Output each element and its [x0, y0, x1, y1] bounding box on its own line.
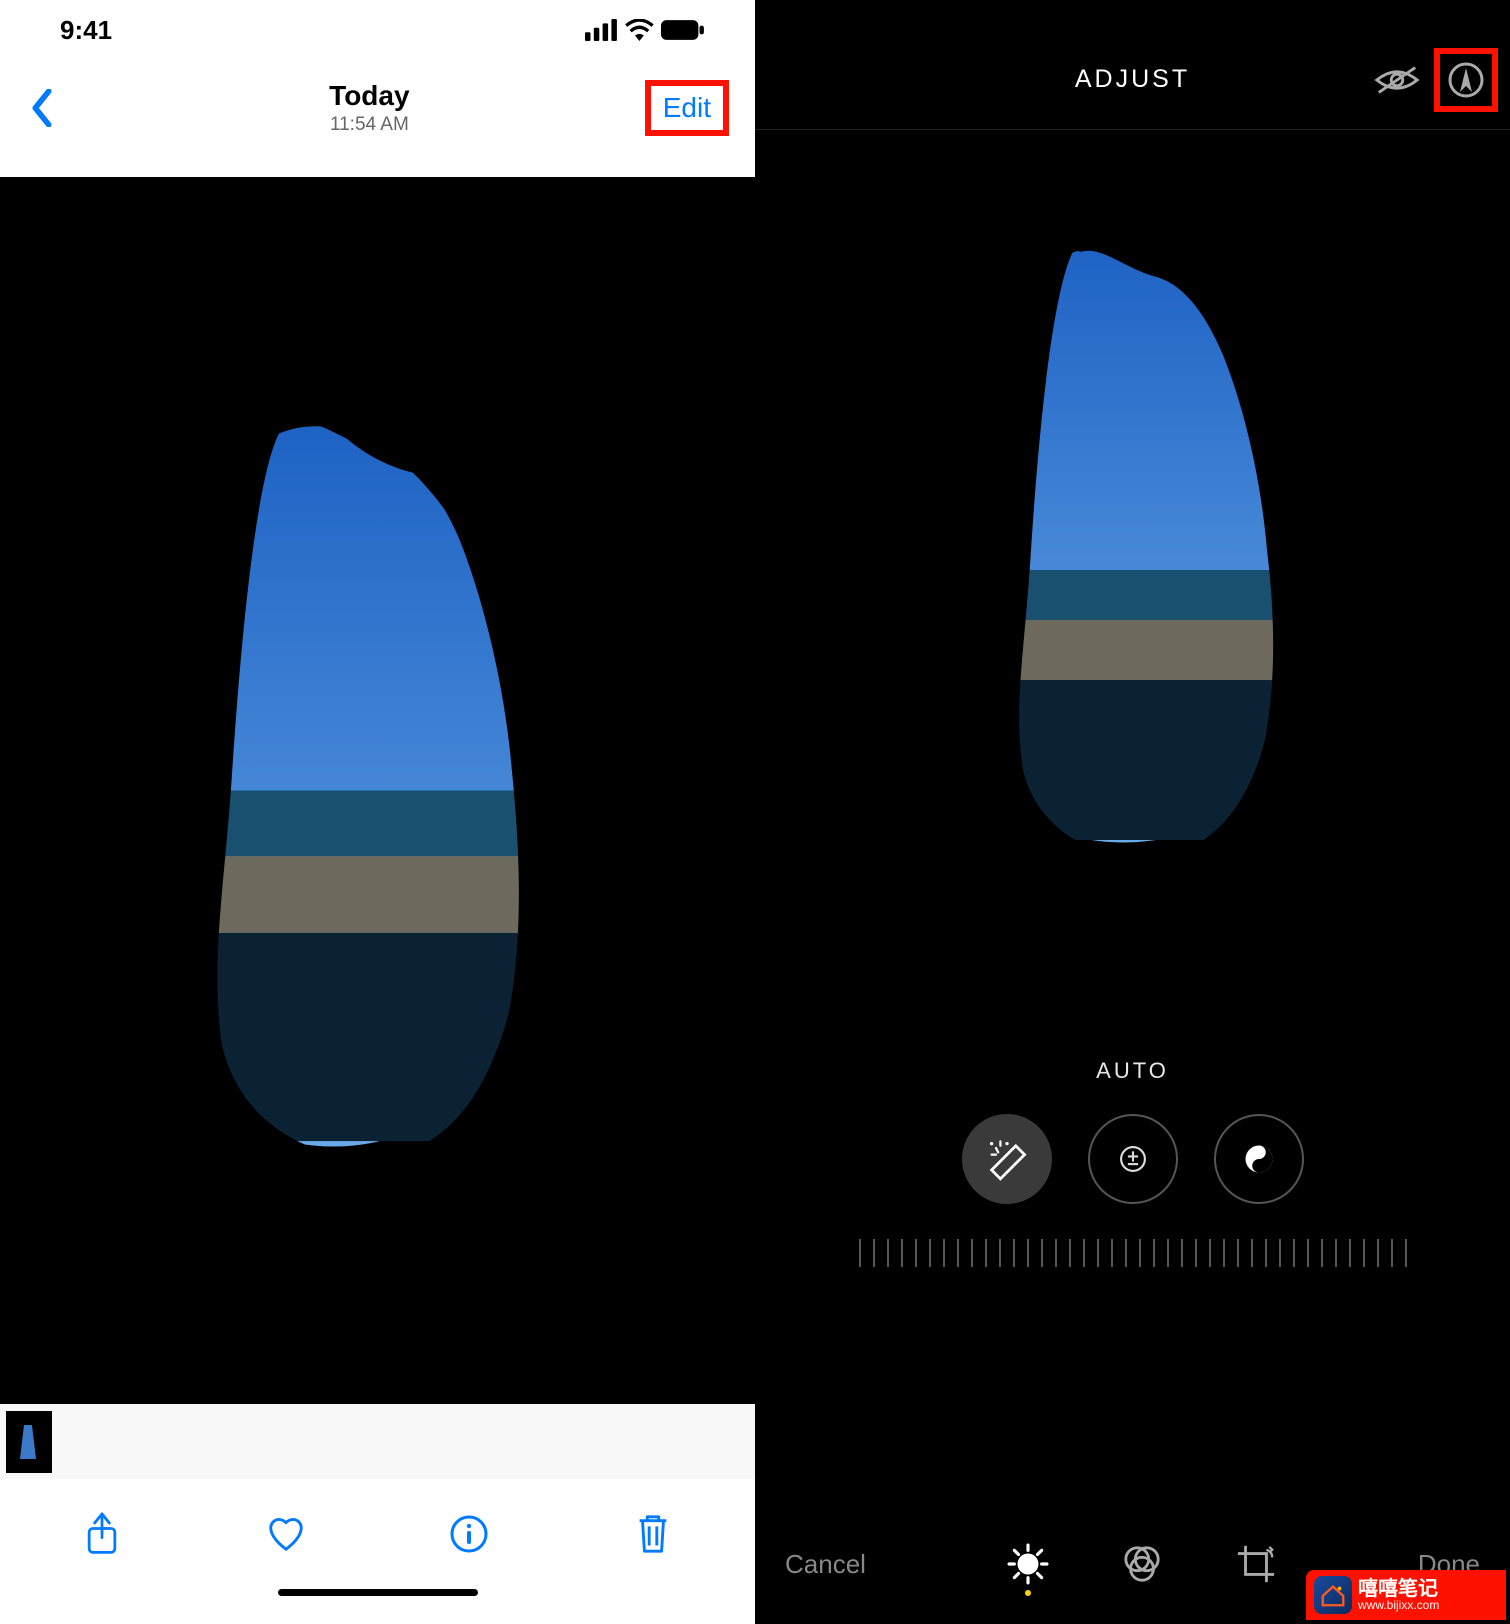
photo-viewport[interactable] — [0, 177, 755, 1404]
cave-photo-edit — [755, 130, 1510, 1030]
filters-tab[interactable] — [1120, 1542, 1164, 1586]
share-button[interactable] — [80, 1512, 124, 1556]
info-icon — [449, 1514, 489, 1554]
share-icon — [83, 1512, 121, 1556]
auto-enhance-knob[interactable] — [962, 1114, 1052, 1204]
watermark-logo — [1314, 1576, 1352, 1614]
filters-icon — [1122, 1544, 1162, 1584]
watermark-line2: www.bijixx.com — [1358, 1599, 1439, 1611]
favorite-button[interactable] — [264, 1512, 308, 1556]
wifi-icon — [624, 19, 655, 41]
watermark-line1: 嘻嘻笔记 — [1358, 1579, 1439, 1599]
yin-yang-icon — [1241, 1141, 1277, 1177]
crop-tab[interactable] — [1234, 1542, 1278, 1586]
exposure-icon — [1116, 1142, 1150, 1176]
top-spacer — [755, 0, 1510, 30]
status-icons — [585, 19, 705, 41]
heart-icon — [265, 1515, 307, 1553]
cave-photo — [0, 177, 755, 1404]
magic-wand-icon — [985, 1137, 1029, 1181]
photo-edit-screen: ADJUST AUTO — [755, 0, 1510, 1624]
photos-viewer-screen: 9:41 Today 11:54 AM Edit — [0, 0, 755, 1624]
status-time: 9:41 — [60, 15, 112, 46]
home-indicator[interactable] — [0, 1589, 755, 1624]
watermark-text: 嘻嘻笔记 www.bijixx.com — [1358, 1579, 1439, 1611]
preview-toggle-button[interactable] — [1372, 55, 1422, 105]
adjustment-slider[interactable] — [755, 1228, 1510, 1278]
nav-bar: Today 11:54 AM Edit — [0, 60, 755, 155]
watermark: 嘻嘻笔记 www.bijixx.com — [1306, 1570, 1506, 1620]
markup-icon — [1446, 60, 1486, 100]
chevron-left-icon — [30, 89, 54, 127]
adjust-tab[interactable] — [1006, 1542, 1050, 1586]
nav-title: Today — [90, 80, 649, 112]
trash-icon — [635, 1513, 671, 1555]
info-button[interactable] — [447, 1512, 491, 1556]
eye-slash-icon — [1373, 63, 1421, 97]
back-button[interactable] — [30, 89, 90, 127]
exposure-knob[interactable] — [1088, 1114, 1178, 1204]
thumbnail[interactable] — [6, 1411, 52, 1473]
crop-icon — [1236, 1544, 1276, 1584]
adjust-icon — [1007, 1543, 1049, 1585]
edit-photo-viewport[interactable] — [755, 130, 1510, 1030]
edit-button[interactable]: Edit — [649, 84, 725, 132]
cancel-button[interactable]: Cancel — [785, 1549, 866, 1580]
nav-title-block: Today 11:54 AM — [90, 80, 649, 136]
delete-button[interactable] — [631, 1512, 675, 1556]
edit-header-actions — [1372, 52, 1494, 108]
markup-button[interactable] — [1438, 52, 1494, 108]
thumbnail-strip[interactable] — [0, 1404, 755, 1479]
edit-mode-title: ADJUST — [1075, 65, 1190, 94]
adjustment-knobs — [755, 1104, 1510, 1228]
edit-header: ADJUST — [755, 30, 1510, 130]
house-icon — [1319, 1581, 1347, 1609]
active-indicator-dot — [1025, 1590, 1031, 1596]
battery-icon — [661, 19, 705, 41]
cellular-icon — [585, 19, 618, 41]
nav-subtitle: 11:54 AM — [90, 114, 649, 136]
adjustment-name: AUTO — [755, 1030, 1510, 1104]
edit-mode-tabs — [1006, 1542, 1278, 1586]
status-bar: 9:41 — [0, 0, 755, 60]
thumbnail-image — [6, 1411, 52, 1473]
toolbar — [0, 1479, 755, 1589]
brilliance-knob[interactable] — [1214, 1114, 1304, 1204]
